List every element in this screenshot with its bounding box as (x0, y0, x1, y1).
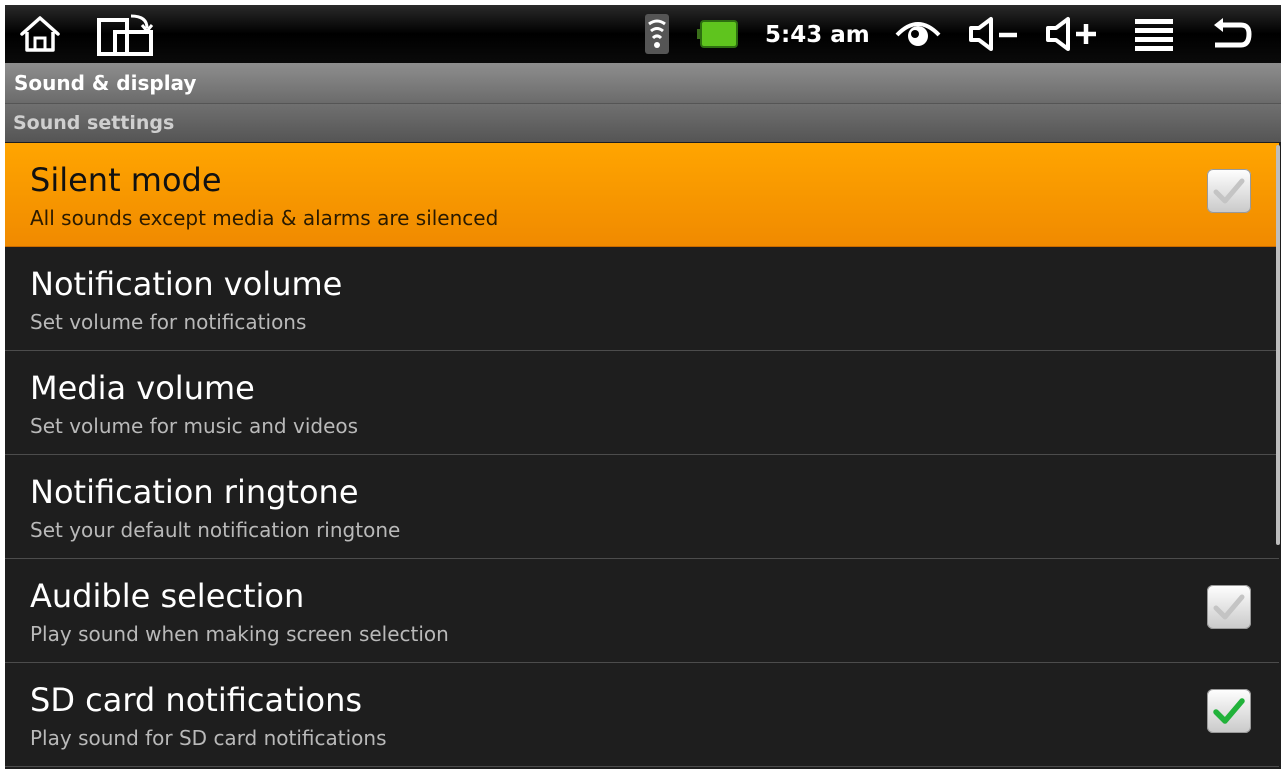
device-screen: 5:43 am Sound & display Sound settings S… (5, 5, 1281, 769)
notification-volume-item[interactable]: Notification volume Set volume for notif… (5, 247, 1279, 351)
item-title: Audible selection (30, 577, 305, 615)
audible-selection-item[interactable]: Audible selection Play sound when making… (5, 559, 1279, 663)
page-title: Sound & display (14, 71, 197, 95)
item-subtitle: All sounds except media & alarms are sil… (30, 206, 499, 230)
status-bar: 5:43 am (5, 5, 1281, 63)
scrollbar[interactable] (1276, 145, 1280, 545)
media-volume-item[interactable]: Media volume Set volume for music and vi… (5, 351, 1279, 455)
check-icon (1213, 698, 1245, 724)
item-title: Media volume (30, 369, 255, 407)
item-subtitle: Set volume for music and videos (30, 414, 359, 438)
clock: 5:43 am (765, 22, 870, 48)
item-title: Notification volume (30, 265, 343, 303)
item-title: Silent mode (30, 161, 222, 199)
notification-ringtone-item[interactable]: Notification ringtone Set your default n… (5, 455, 1279, 559)
volume-down-icon[interactable] (965, 5, 1025, 63)
check-icon (1213, 178, 1245, 204)
silent-mode-checkbox[interactable] (1207, 169, 1251, 213)
item-subtitle: Play sound for SD card notifications (30, 726, 387, 750)
menu-icon[interactable] (1129, 5, 1179, 63)
eye-icon[interactable] (893, 5, 943, 63)
wifi-icon (637, 5, 677, 63)
title-bar: Sound & display (5, 63, 1281, 104)
back-icon[interactable] (1205, 5, 1257, 63)
battery-icon (695, 5, 741, 63)
section-header-label: Sound settings (13, 112, 175, 134)
sd-card-notifications-item[interactable]: SD card notifications Play sound for SD … (5, 663, 1279, 767)
rotate-screen-icon[interactable] (93, 5, 157, 63)
home-icon[interactable] (15, 5, 65, 63)
item-subtitle: Set volume for notifications (30, 310, 307, 334)
sd-card-notifications-checkbox[interactable] (1207, 689, 1251, 733)
volume-up-icon[interactable] (1042, 5, 1102, 63)
audible-selection-checkbox[interactable] (1207, 585, 1251, 629)
item-title: Notification ringtone (30, 473, 359, 511)
item-subtitle: Set your default notification ringtone (30, 518, 401, 542)
item-subtitle: Play sound when making screen selection (30, 622, 449, 646)
section-header: Sound settings (5, 104, 1281, 142)
item-title: SD card notifications (30, 681, 363, 719)
check-icon (1213, 594, 1245, 620)
silent-mode-item[interactable]: Silent mode All sounds except media & al… (5, 143, 1279, 247)
